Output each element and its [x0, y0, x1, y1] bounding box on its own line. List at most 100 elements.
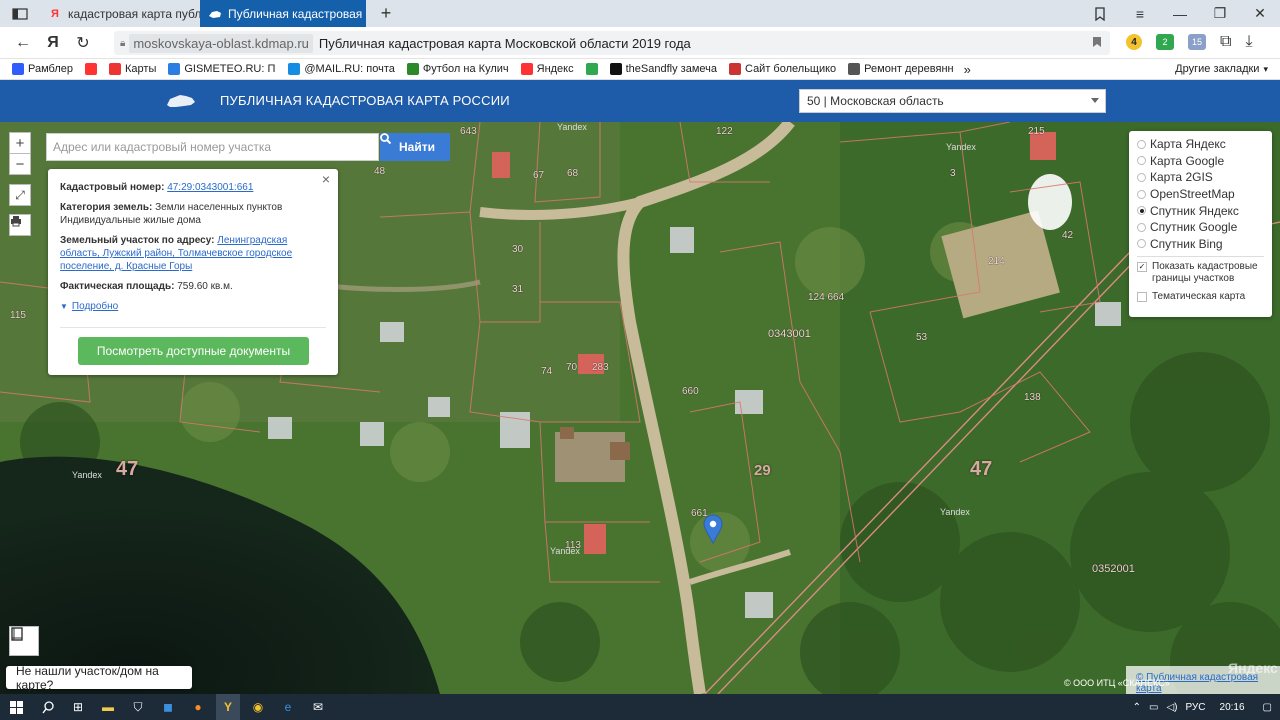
bookmark-item[interactable]: GISMETEO.RU: Пр: [162, 63, 282, 75]
zoom-out-button[interactable]: −: [9, 153, 31, 175]
fullscreen-icon[interactable]: ⤢: [9, 184, 31, 206]
volume-icon[interactable]: ◁): [1166, 702, 1177, 713]
layer-option[interactable]: Карта Google: [1137, 153, 1264, 170]
layer-option[interactable]: Спутник Bing: [1137, 236, 1264, 253]
layer-option-label: Карта 2GIS: [1150, 170, 1213, 185]
window-close-icon[interactable]: ✕: [1240, 0, 1280, 27]
layer-option[interactable]: Карта Яндекс: [1137, 136, 1264, 153]
category-label: Категория земель:: [60, 202, 153, 213]
bookmark-icon[interactable]: [1092, 36, 1102, 51]
layer-option-label: Спутник Bing: [1150, 236, 1223, 251]
menu-icon[interactable]: ≡: [1120, 0, 1160, 27]
reload-icon[interactable]: ↻: [68, 28, 98, 58]
outlook-icon[interactable]: ◼: [156, 694, 180, 720]
more-bookmarks-icon[interactable]: »: [964, 62, 971, 77]
search-input[interactable]: Адрес или кадастровый номер участка: [46, 133, 379, 161]
bookmark-manager-icon[interactable]: [1080, 0, 1120, 27]
bookmarks-bar: Рамблер Карты GISMETEO.RU: Пр @MAIL.RU: поч…: [0, 59, 1280, 80]
area-row: Фактическая площадь: 759.60 кв.м.: [60, 280, 326, 293]
layer-option[interactable]: Спутник Google: [1137, 219, 1264, 236]
back-icon[interactable]: ←: [8, 28, 38, 58]
not-found-button[interactable]: Не нашли участок/дом на карте?: [6, 664, 192, 692]
bookmark-item[interactable]: Ремонт деревянн: [842, 63, 959, 75]
cad-number-row: Кадастровый номер: 47:29:0343001:661: [60, 181, 326, 194]
show-borders-toggle[interactable]: ✓ Показать кадастровые границы участков: [1137, 261, 1264, 285]
view-documents-button[interactable]: Посмотреть доступные документы: [78, 337, 309, 365]
checkbox-icon[interactable]: [1137, 292, 1147, 303]
radio-icon[interactable]: [1137, 222, 1146, 232]
radio-icon[interactable]: [1137, 239, 1146, 249]
tab-actions-icon[interactable]: [0, 0, 40, 27]
file-explorer-icon[interactable]: ▬: [96, 694, 120, 720]
yandex-browser-icon[interactable]: Y: [216, 694, 240, 720]
map-label-quarter: 0352001: [1092, 563, 1135, 575]
language-indicator[interactable]: РУС: [1185, 702, 1205, 713]
windows-start-icon[interactable]: [4, 694, 28, 720]
bookmark-item[interactable]: Яндекс: [515, 63, 580, 75]
network-icon[interactable]: ▭: [1149, 702, 1158, 713]
puzzle-icon[interactable]: ⧉: [1220, 33, 1231, 51]
cad-number-link[interactable]: 47:29:0343001:661: [167, 182, 253, 193]
minimize-icon[interactable]: —: [1160, 0, 1200, 27]
calendar-icon[interactable]: 15: [1188, 34, 1206, 50]
legend-book-icon[interactable]: [9, 626, 39, 656]
restore-icon[interactable]: ❐: [1200, 0, 1240, 27]
bookmark-item[interactable]: Футбол на Кулич: [401, 63, 515, 75]
edge-icon[interactable]: e: [276, 694, 300, 720]
bookmark-item[interactable]: @MAIL.RU: почта: [282, 63, 401, 75]
print-icon[interactable]: [9, 214, 31, 236]
mail-icon[interactable]: 2: [1156, 34, 1174, 50]
checkbox-checked-icon[interactable]: ✓: [1137, 262, 1147, 273]
yandex-watermark: Yandex: [946, 142, 976, 152]
zoom-in-button[interactable]: +: [9, 132, 31, 154]
bookmark-item[interactable]: [580, 63, 604, 75]
mail-app-icon[interactable]: ✉: [306, 694, 330, 720]
layer-option[interactable]: Карта 2GIS: [1137, 169, 1264, 186]
clock[interactable]: 20:16: [1220, 702, 1245, 713]
russia-logo-icon[interactable]: [166, 93, 196, 109]
yandex-home-icon[interactable]: Я: [38, 28, 68, 58]
tab-active[interactable]: Публичная кадастровая ×: [200, 0, 366, 27]
layer-option[interactable]: Спутник Яндекс: [1137, 202, 1264, 219]
bookmark-item[interactable]: theSandfly замеча: [604, 63, 723, 75]
url-field[interactable]: 🔒︎ moskovskaya-oblast.kdmap.ru Публичная…: [114, 31, 1110, 55]
other-bookmarks[interactable]: Другие закладки ▾: [1175, 63, 1280, 75]
download-icon[interactable]: ⤓: [1245, 33, 1252, 51]
tab-inactive[interactable]: Я кадастровая карта публич: [40, 0, 200, 27]
layer-option-label: Спутник Яндекс: [1150, 203, 1239, 218]
search-button[interactable]: Найти: [380, 133, 450, 161]
area-value: 759.60 кв.м.: [177, 281, 233, 292]
bookmark-item[interactable]: Рамблер: [6, 63, 79, 75]
thematic-toggle[interactable]: Тематическая карта: [1137, 291, 1264, 303]
bookmark-item[interactable]: [79, 63, 103, 75]
tray-chevron-icon[interactable]: ⌃: [1133, 702, 1141, 713]
map-canvas[interactable]: 47 47 29 0343001 0352001 643 122 215 48 …: [0, 122, 1280, 694]
radio-icon[interactable]: [1137, 172, 1146, 182]
notifications-icon[interactable]: ▢: [1263, 702, 1272, 713]
site-title[interactable]: ПУБЛИЧНАЯ КАДАСТРОВАЯ КАРТА РОССИИ: [220, 93, 510, 108]
search-icon[interactable]: [36, 694, 60, 720]
layer-switcher: Карта Яндекс Карта Google Карта 2GIS OpenSt…: [1129, 131, 1272, 317]
bookmark-label: Ремонт деревянн: [864, 63, 954, 75]
alice-icon[interactable]: 4: [1126, 34, 1142, 50]
radio-icon[interactable]: [1137, 156, 1146, 166]
chrome-icon[interactable]: ◉: [246, 694, 270, 720]
firefox-icon[interactable]: ●: [186, 694, 210, 720]
new-tab-button[interactable]: +: [366, 0, 406, 27]
location-pin-icon[interactable]: [703, 514, 723, 544]
rambler-icon: [12, 63, 24, 75]
bookmark-item[interactable]: Сайт болельщико: [723, 63, 842, 75]
radio-icon[interactable]: [1137, 139, 1146, 149]
store-icon[interactable]: ⛉: [126, 694, 150, 720]
close-icon[interactable]: ×: [322, 172, 330, 186]
radio-selected-icon[interactable]: [1137, 206, 1146, 216]
layer-option[interactable]: OpenStreetMap: [1137, 186, 1264, 203]
region-select[interactable]: 50 | Московская область: [799, 89, 1106, 113]
radio-icon[interactable]: [1137, 189, 1146, 199]
details-toggle[interactable]: ▼ Подробно: [60, 300, 326, 313]
map-label-parcel: 138: [1024, 392, 1041, 403]
details-label: Подробно: [71, 301, 119, 312]
other-bookmarks-label: Другие закладки: [1175, 63, 1260, 75]
bookmark-item[interactable]: Карты: [103, 63, 162, 75]
task-view-icon[interactable]: ⊞: [66, 694, 90, 720]
